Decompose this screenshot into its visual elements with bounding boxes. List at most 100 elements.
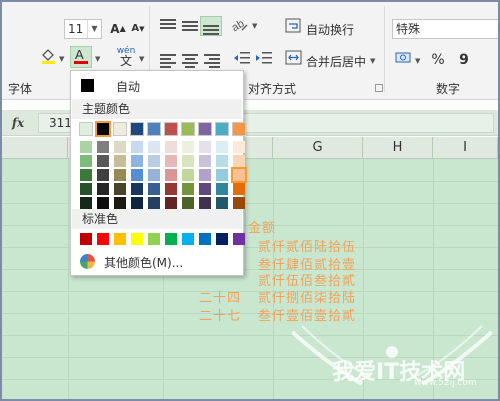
chevron-down-icon[interactable]: ▼ (59, 55, 64, 63)
number-format-select[interactable]: 特殊 (392, 19, 498, 39)
theme-shade-swatch[interactable] (199, 155, 211, 167)
theme-shade-swatch[interactable] (131, 197, 143, 209)
theme-shade-swatch[interactable] (199, 141, 211, 153)
theme-shade-swatch[interactable] (199, 169, 211, 181)
standard-color-swatch[interactable] (216, 233, 228, 245)
alignment-launcher-icon[interactable] (375, 84, 383, 92)
chevron-down-icon[interactable]: ▼ (95, 55, 100, 63)
standard-color-swatch[interactable] (97, 233, 109, 245)
font-color-button[interactable]: A (70, 46, 92, 68)
cell-value[interactable]: 二十七 (199, 305, 241, 324)
align-center-button[interactable] (180, 50, 200, 70)
theme-shade-swatch[interactable] (148, 197, 160, 209)
theme-shade-swatch[interactable] (148, 141, 160, 153)
theme-shade-swatch[interactable] (148, 183, 160, 195)
theme-shade-swatch[interactable] (233, 141, 245, 153)
theme-shade-swatch[interactable] (148, 155, 160, 167)
decrease-indent-button[interactable] (232, 50, 252, 70)
theme-shade-swatch[interactable] (114, 141, 126, 153)
theme-shade-swatch[interactable] (114, 197, 126, 209)
align-bottom-button[interactable] (200, 16, 222, 36)
theme-shade-swatch[interactable] (97, 155, 109, 167)
align-right-button[interactable] (202, 50, 222, 70)
orientation-button[interactable]: ab (230, 16, 250, 36)
standard-color-swatch[interactable] (80, 233, 92, 245)
cell-amount-header[interactable]: 金额 (248, 217, 276, 236)
standard-color-swatch[interactable] (165, 233, 177, 245)
percent-button[interactable]: % (428, 50, 448, 70)
standard-color-swatch[interactable] (233, 233, 245, 245)
fill-color-button[interactable] (38, 48, 58, 68)
theme-shade-swatch[interactable] (131, 183, 143, 195)
chevron-down-icon[interactable]: ▼ (139, 55, 144, 63)
theme-shade-swatch[interactable] (114, 155, 126, 167)
align-left-button[interactable] (158, 50, 178, 70)
theme-shade-swatch[interactable] (216, 183, 228, 195)
theme-shade-swatch[interactable] (231, 167, 247, 183)
theme-shade-swatch[interactable] (80, 141, 92, 153)
merge-center-button[interactable]: 合并后居中 (306, 53, 366, 70)
automatic-color-option[interactable]: 自动 (72, 75, 242, 97)
theme-color-swatch[interactable] (198, 122, 212, 136)
comma-style-button[interactable]: 9 (454, 50, 474, 70)
standard-color-swatch[interactable] (182, 233, 194, 245)
theme-shade-swatch[interactable] (182, 183, 194, 195)
theme-shade-swatch[interactable] (131, 169, 143, 181)
theme-shade-swatch[interactable] (97, 141, 109, 153)
theme-shade-swatch[interactable] (114, 183, 126, 195)
theme-shade-swatch[interactable] (131, 141, 143, 153)
column-header-c[interactable] (2, 137, 68, 159)
chevron-down-icon[interactable]: ▼ (370, 57, 375, 65)
chevron-down-icon[interactable]: ▼ (415, 57, 420, 65)
insert-function-button[interactable]: fx (6, 113, 30, 133)
theme-shade-swatch[interactable] (114, 169, 126, 181)
theme-shade-swatch[interactable] (199, 183, 211, 195)
theme-shade-swatch[interactable] (97, 197, 109, 209)
theme-shade-swatch[interactable] (182, 169, 194, 181)
theme-shade-swatch[interactable] (216, 141, 228, 153)
more-colors-option[interactable]: 其他颜色(M)... (72, 251, 242, 273)
theme-shade-swatch[interactable] (233, 183, 245, 195)
standard-color-swatch[interactable] (199, 233, 211, 245)
column-header-h[interactable]: H (363, 137, 433, 159)
standard-color-swatch[interactable] (148, 233, 160, 245)
phonetic-guide-button[interactable]: wén 文 (116, 46, 136, 70)
theme-shade-swatch[interactable] (80, 155, 92, 167)
theme-shade-swatch[interactable] (80, 169, 92, 181)
theme-shade-swatch[interactable] (97, 183, 109, 195)
theme-shade-swatch[interactable] (216, 169, 228, 181)
column-header-g[interactable]: G (273, 137, 363, 159)
theme-shade-swatch[interactable] (216, 197, 228, 209)
align-middle-button[interactable] (180, 16, 200, 36)
theme-shade-swatch[interactable] (165, 141, 177, 153)
cell-amount[interactable]: 贰仟贰佰陆拾伍 (258, 236, 356, 255)
standard-color-swatch[interactable] (131, 233, 143, 245)
theme-shade-swatch[interactable] (233, 197, 245, 209)
theme-color-swatch[interactable] (79, 122, 93, 136)
accounting-format-button[interactable] (394, 50, 414, 70)
theme-color-swatch[interactable] (113, 122, 127, 136)
theme-shade-swatch[interactable] (233, 155, 245, 167)
theme-shade-swatch[interactable] (80, 183, 92, 195)
theme-shade-swatch[interactable] (182, 155, 194, 167)
font-size-select[interactable]: 11 ▼ (64, 19, 102, 39)
theme-shade-swatch[interactable] (199, 197, 211, 209)
theme-color-swatch[interactable] (147, 122, 161, 136)
wrap-text-button[interactable]: 自动换行 (306, 21, 354, 38)
theme-shade-swatch[interactable] (165, 183, 177, 195)
theme-shade-swatch[interactable] (148, 169, 160, 181)
cell-value[interactable]: 二十四 (199, 287, 241, 306)
theme-shade-swatch[interactable] (216, 155, 228, 167)
standard-color-swatch[interactable] (114, 233, 126, 245)
column-header-i[interactable]: I (433, 137, 498, 159)
theme-shade-swatch[interactable] (80, 197, 92, 209)
increase-indent-button[interactable] (254, 50, 274, 70)
theme-shade-swatch[interactable] (165, 197, 177, 209)
chevron-down-icon[interactable]: ▼ (87, 20, 101, 38)
theme-shade-swatch[interactable] (165, 169, 177, 181)
decrease-font-size-button[interactable]: A▼ (128, 19, 148, 39)
align-top-button[interactable] (158, 16, 178, 36)
theme-color-swatch[interactable] (181, 122, 195, 136)
theme-color-swatch[interactable] (95, 121, 111, 137)
cell-amount[interactable]: 贰仟捌佰柒拾陆 (258, 287, 356, 306)
